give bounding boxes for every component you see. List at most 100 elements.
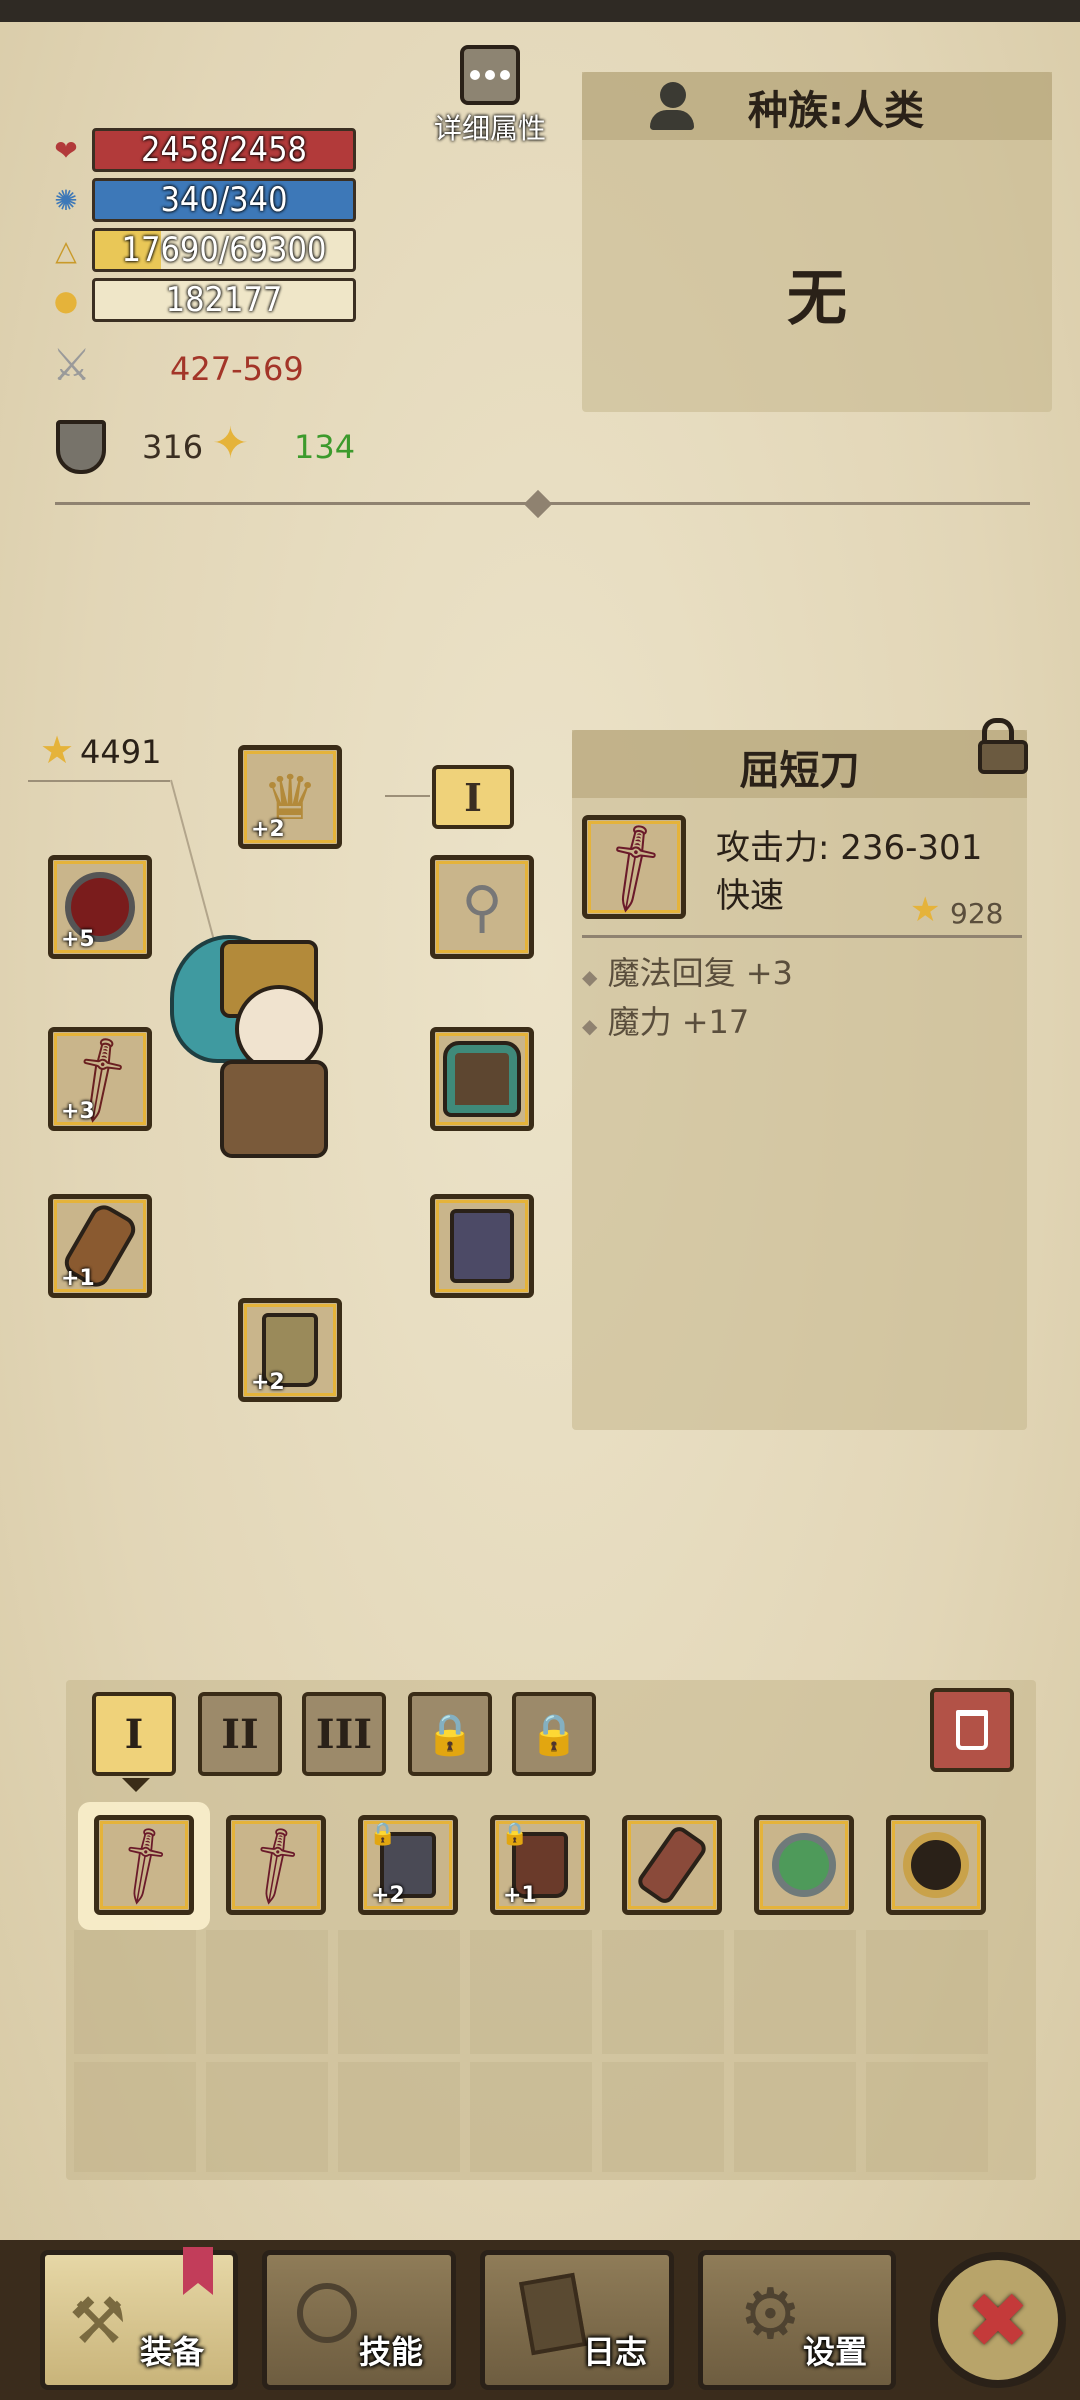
tab-set-3[interactable]: III [302,1692,386,1776]
tab-set-2[interactable]: II [198,1692,282,1776]
inventory-cell[interactable] [866,2062,988,2172]
weapon-slot[interactable]: 🗡 +3 [47,1026,153,1131]
padlock-icon: 🔒 [425,1710,475,1758]
attr-text: 魔力 +17 [607,1003,750,1041]
nav-equip-button[interactable]: ⚒ 装备 [40,2247,238,2390]
inventory-cell[interactable] [470,2062,592,2172]
close-button[interactable]: ✖ [930,2252,1066,2388]
boots-plus: +2 [251,1370,285,1395]
gloves-slot[interactable]: +1 [48,1194,152,1298]
nav-skills-label: 技能 [359,2333,424,2371]
detail-attributes-label: 详细属性 [433,112,546,145]
inventory-item-green-ring[interactable] [754,1815,854,1915]
item-rating: 928 [950,897,1004,930]
scroll-icon [519,2272,587,2356]
axe-icon: ⚒ [69,2285,127,2359]
nav-settings-label: 设置 [803,2333,868,2371]
inventory-cell[interactable] [74,2062,196,2172]
tab-set-1[interactable]: I [92,1692,176,1776]
inventory-cell[interactable] [470,1930,592,2054]
inventory-cell[interactable] [734,1930,856,2054]
bracer-icon [634,1823,710,1907]
item-plus: +2 [371,1883,405,1908]
close-icon: ✖ [966,2275,1030,2365]
crossed-swords-icon: ⚔ [52,340,92,391]
person-icon [650,82,696,132]
pants-slot[interactable] [430,1194,534,1298]
nav-settings-button[interactable]: ⚙ 设置 [698,2250,896,2390]
heart-icon: ❤ [54,133,78,167]
item-attack: 攻击力: 236-301 [716,828,983,868]
tab-label: III [315,1710,373,1758]
curved-blade-icon: 🗡 [228,1818,325,1913]
magic-resist-value: 134 [294,428,356,466]
item-star-icon: ★ [910,890,941,930]
rating-line [28,780,170,782]
nav-equip-label: 装备 [140,2333,205,2371]
equip-rating: 4491 [80,733,162,771]
tab-label: I [124,1710,144,1758]
nav-skills-button[interactable]: 技能 [262,2250,456,2390]
tab-label: II [221,1710,259,1758]
lock-open-icon[interactable] [972,718,1032,778]
inventory-cell[interactable] [74,1930,196,2054]
exp-icon: △ [55,233,77,267]
detail-attributes-button[interactable]: 详细属性 [430,45,550,145]
inventory-cell[interactable] [206,2062,328,2172]
inventory-item-boots[interactable]: 🔒 +1 [490,1815,590,1915]
inventory-item-blade-2[interactable]: 🗡 [226,1815,326,1915]
hp-bar: 2458/2458 [92,128,356,172]
helmet-plus: +2 [251,817,285,842]
necklace-slot[interactable]: ⚲ [430,855,534,959]
boots-slot[interactable]: +2 [238,1298,342,1402]
attack-value: 427-569 [170,350,304,388]
mp-bar: 340/340 [92,178,356,222]
exp-bar-text: 17690/69300 [121,230,327,270]
trash-button[interactable] [930,1688,1014,1772]
padlock-icon: 🔒 [529,1710,579,1758]
green-ring-icon [772,1833,836,1897]
gold-icon: ● [53,283,79,317]
inventory-cell[interactable] [602,2062,724,2172]
attr-bullet-icon: ◆ [582,1014,598,1038]
race-label: 种族:人类 [748,88,924,134]
item-attr-1: ◆ 魔力 +17 [582,997,749,1043]
inventory-cell[interactable] [602,1930,724,2054]
selected-item-slot[interactable]: 🗡 [579,813,689,922]
inventory-cell[interactable] [866,1930,988,2054]
tab-locked-4[interactable]: 🔒 [408,1692,492,1776]
ring-slot[interactable]: +5 [48,855,152,959]
helmet-slot[interactable]: ♛ +2 [238,745,342,849]
inventory-cell[interactable] [338,2062,460,2172]
race-title: 无 [787,264,847,334]
inventory-item-pants[interactable]: 🔒 +2 [358,1815,458,1915]
set-connector [385,795,430,797]
item-attr-0: ◆ 魔法回复 +3 [582,948,793,994]
inventory-item-blade-1[interactable]: 🗡 [94,1815,194,1915]
item-name: 屈短刀 [739,748,860,794]
star-icon: ★ [40,728,75,772]
gold-bar: 182177 [92,278,356,322]
inventory-cell[interactable] [734,2062,856,2172]
tab-locked-5[interactable]: 🔒 [512,1692,596,1776]
nav-log-button[interactable]: 日志 [480,2250,674,2390]
padlock-icon: 🔒 [501,1822,529,1847]
inventory-item-gold-ring[interactable] [886,1815,986,1915]
trash-icon [956,1710,988,1750]
curved-blade-icon: 🗡 [579,813,689,922]
armor-slot[interactable] [430,1027,534,1131]
hero-character [160,925,360,1175]
ring-plus: +5 [61,927,95,952]
inventory-item-bracer[interactable] [622,1815,722,1915]
inventory-cell[interactable] [206,1930,328,2054]
inventory-cell[interactable] [338,1930,460,2054]
attr-text: 魔法回复 +3 [607,954,793,992]
bookmark-icon [183,2247,213,2295]
hero-body [220,1060,328,1158]
curved-blade-icon: 🗡 [96,1818,193,1913]
item-speed: 快速 [716,876,784,916]
skill-rune-icon [297,2283,357,2343]
mana-icon: ✺ [54,183,78,217]
attr-bullet-icon: ◆ [582,965,598,989]
set-index-badge[interactable]: I [432,765,514,829]
